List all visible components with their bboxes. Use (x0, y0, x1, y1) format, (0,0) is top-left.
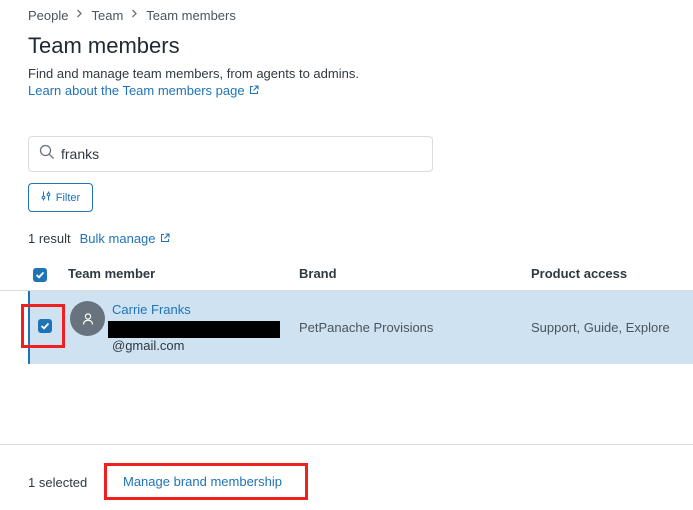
table-header: Team member Brand Product access (0, 255, 693, 291)
chevron-right-icon (131, 9, 138, 21)
chevron-right-icon (76, 9, 83, 21)
bulk-manage-link[interactable]: Bulk manage (80, 231, 170, 246)
brand-cell: PetPanache Provisions (299, 320, 434, 335)
product-access-cell: Support, Guide, Explore (531, 320, 670, 335)
filter-icon (41, 191, 51, 204)
filter-button[interactable]: Filter (28, 183, 93, 212)
breadcrumb-team-members: Team members (146, 7, 236, 23)
highlight-manage-brand (104, 463, 308, 500)
avatar (70, 301, 105, 336)
breadcrumb-team[interactable]: Team (91, 8, 123, 23)
checkmark-icon (35, 271, 45, 279)
learn-more-link[interactable]: Learn about the Team members page (28, 83, 259, 98)
table-row[interactable]: Carrie Franks @gmail.com PetPanache Prov… (28, 291, 693, 364)
column-header-team-member[interactable]: Team member (68, 266, 155, 281)
select-all-checkbox[interactable] (33, 268, 47, 282)
page-title: Team members (28, 33, 180, 58)
learn-more-label: Learn about the Team members page (28, 83, 245, 98)
column-header-product-access[interactable]: Product access (531, 266, 627, 281)
member-email: @gmail.com (112, 338, 185, 353)
bulk-manage-label: Bulk manage (79, 231, 156, 246)
member-name-link[interactable]: Carrie Franks (112, 302, 191, 317)
breadcrumb-people[interactable]: People (28, 8, 68, 23)
search-icon (39, 144, 55, 165)
filter-label: Filter (55, 191, 81, 204)
search-field[interactable] (28, 136, 433, 172)
highlight-row-checkbox (21, 304, 65, 348)
breadcrumb: People Team Team members (28, 7, 236, 23)
external-link-icon (249, 83, 259, 98)
user-icon (82, 312, 93, 325)
external-link-icon (160, 231, 170, 246)
selected-count: 1 selected (28, 475, 88, 490)
results-summary: 1 result Bulk manage (28, 231, 170, 246)
column-header-brand[interactable]: Brand (299, 266, 337, 281)
bulk-action-footer: 1 selected Manage brand membership (0, 444, 693, 510)
result-count: 1 result (28, 231, 71, 246)
page-description: Find and manage team members, from agent… (28, 66, 359, 81)
search-input[interactable] (61, 146, 411, 162)
redacted-block (108, 321, 280, 338)
